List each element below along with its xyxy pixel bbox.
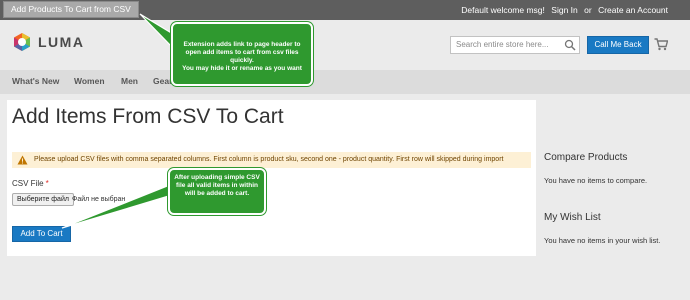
nav-item-whats-new[interactable]: What's New bbox=[12, 70, 59, 92]
nav-item-men[interactable]: Men bbox=[121, 70, 138, 92]
compare-products-empty-text: You have no items to compare. bbox=[544, 176, 648, 185]
csv-file-label: CSV File * bbox=[12, 179, 49, 188]
required-asterisk: * bbox=[45, 179, 49, 188]
page-title: Add Items From CSV To Cart bbox=[12, 105, 284, 128]
choose-file-button[interactable]: Выберите файл bbox=[12, 193, 74, 206]
file-status-text: Файл не выбран bbox=[72, 196, 126, 203]
csv-file-label-text: CSV File bbox=[12, 179, 44, 188]
wish-list-empty-text: You have no items in your wish list. bbox=[544, 236, 661, 245]
compare-products-title: Compare Products bbox=[544, 152, 628, 163]
call-me-back-button[interactable]: Call Me Back bbox=[587, 36, 649, 54]
header-links: Default welcome msg! Sign In or Create a… bbox=[457, 0, 668, 20]
create-account-link[interactable]: Create an Account bbox=[598, 5, 668, 15]
upload-callout-text: After uploading simple CSV file all vali… bbox=[174, 174, 260, 197]
search-input[interactable]: Search entire store here... bbox=[450, 36, 580, 54]
luma-logo-icon bbox=[14, 33, 30, 51]
luma-logo[interactable]: LUMA bbox=[12, 32, 84, 52]
warning-icon bbox=[17, 155, 28, 165]
header-callout-text: Extension adds link to page header to op… bbox=[182, 41, 302, 72]
cart-icon[interactable] bbox=[654, 38, 668, 51]
sign-in-link[interactable]: Sign In bbox=[551, 5, 577, 15]
upload-callout: After uploading simple CSV file all vali… bbox=[168, 168, 266, 215]
welcome-message: Default welcome msg! bbox=[461, 5, 545, 15]
add-products-from-csv-link[interactable]: Add Products To Cart from CSV bbox=[3, 1, 139, 18]
notice-message: Please upload CSV files with comma separ… bbox=[12, 152, 531, 168]
wish-list-title: My Wish List bbox=[544, 212, 601, 223]
main-navigation: What's New Women Men Gear bbox=[0, 70, 690, 94]
or-separator: or bbox=[584, 5, 592, 15]
header-row: LUMA Search entire store here... Call Me… bbox=[0, 20, 690, 70]
add-to-cart-button[interactable]: Add To Cart bbox=[12, 226, 71, 242]
nav-item-gear[interactable]: Gear bbox=[153, 70, 172, 92]
search-icon[interactable] bbox=[564, 39, 576, 51]
header-link-callout: Extension adds link to page header to op… bbox=[171, 22, 313, 86]
main-content: Add Items From CSV To Cart Please upload… bbox=[7, 100, 536, 256]
notice-text: Please upload CSV files with comma separ… bbox=[34, 156, 504, 163]
logo-text: LUMA bbox=[38, 34, 85, 50]
search-placeholder: Search entire store here... bbox=[456, 40, 549, 49]
nav-item-women[interactable]: Women bbox=[74, 70, 105, 92]
top-header-bar: Add Products To Cart from CSV Default we… bbox=[0, 0, 690, 20]
